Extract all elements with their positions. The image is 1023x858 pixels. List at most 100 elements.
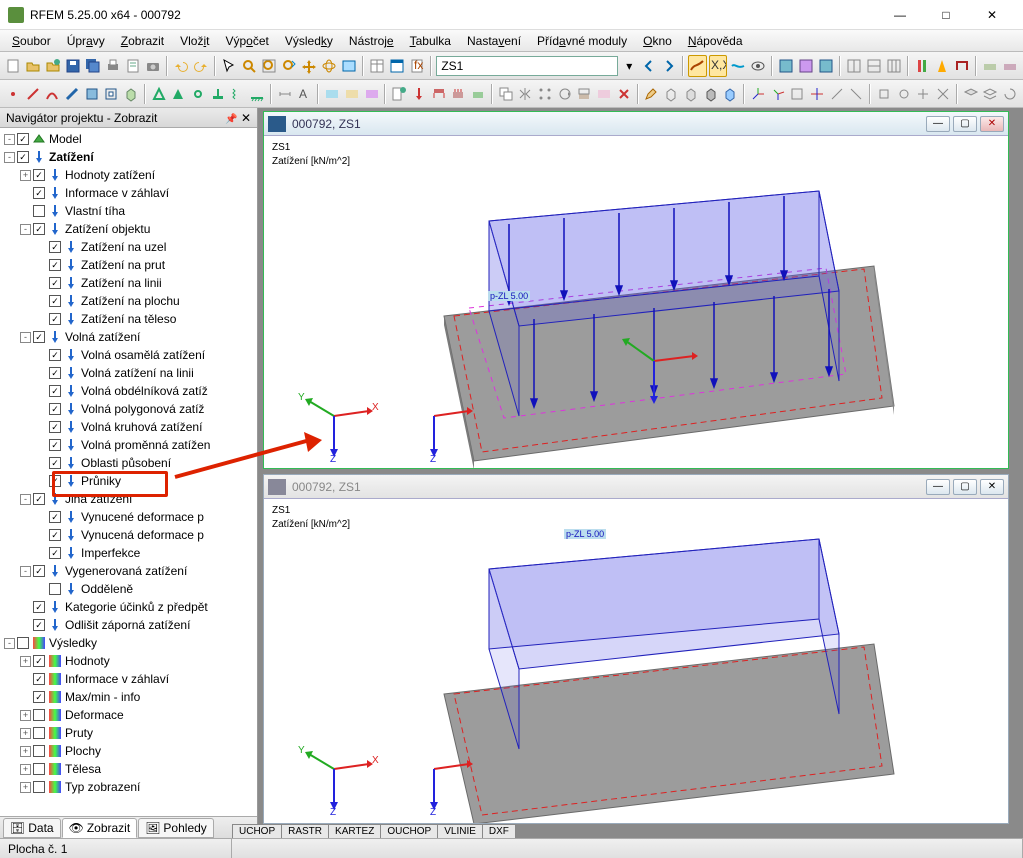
tb-b-icon[interactable]: [797, 55, 815, 77]
snap4-icon[interactable]: [934, 83, 952, 105]
tree-checkbox[interactable]: [17, 637, 29, 649]
nav-tab-data[interactable]: 🗄Data: [3, 818, 61, 838]
cube3-icon[interactable]: [702, 83, 720, 105]
view-tab-vlinie[interactable]: VLINIE: [437, 824, 483, 838]
tree-checkbox[interactable]: ✓: [49, 313, 61, 325]
snap3-icon[interactable]: [915, 83, 933, 105]
tree-checkbox[interactable]: ✓: [49, 349, 61, 361]
tree-item[interactable]: +Tělesa: [0, 760, 257, 778]
mdi-min-2[interactable]: —: [926, 479, 950, 495]
tree-item[interactable]: -✓Model: [0, 130, 257, 148]
iso-icon[interactable]: X,X: [709, 55, 727, 77]
panel-close-icon[interactable]: ✕: [241, 111, 251, 125]
properties-icon[interactable]: [388, 55, 406, 77]
load-surf-icon[interactable]: [449, 83, 467, 105]
cube2-icon[interactable]: [682, 83, 700, 105]
tree-expander-icon[interactable]: -: [4, 134, 15, 145]
tree-item[interactable]: ✓Max/min - info: [0, 688, 257, 706]
tree-expander-icon[interactable]: +: [20, 728, 31, 739]
grid1-icon[interactable]: [845, 55, 863, 77]
zoom-fit-icon[interactable]: [260, 55, 278, 77]
mdi-close-1[interactable]: ✕: [980, 116, 1004, 132]
tree-item[interactable]: ✓Volná proměnná zatížen: [0, 436, 257, 454]
box3-icon[interactable]: [363, 83, 381, 105]
tree-checkbox[interactable]: [49, 583, 61, 595]
snap2-icon[interactable]: [895, 83, 913, 105]
tree-item[interactable]: -✓Vygenerovaná zatížení: [0, 562, 257, 580]
menu-nastroje[interactable]: Nástroje: [341, 32, 402, 50]
loadcase-combo[interactable]: ZS1: [436, 56, 618, 76]
view-tab-uchop[interactable]: UCHOP: [232, 824, 282, 838]
tree-checkbox[interactable]: ✓: [49, 439, 61, 451]
doc-icon[interactable]: [124, 55, 142, 77]
spring-icon[interactable]: [229, 83, 247, 105]
save-icon[interactable]: [64, 55, 82, 77]
menu-zobrazit[interactable]: Zobrazit: [113, 32, 172, 50]
menu-soubor[interactable]: Soubor: [4, 32, 59, 50]
tree-checkbox[interactable]: ✓: [33, 493, 45, 505]
tree-checkbox[interactable]: ✓: [33, 655, 45, 667]
mat2-icon[interactable]: [1001, 55, 1019, 77]
mdi-close-2[interactable]: ✕: [980, 479, 1004, 495]
menu-nastaveni[interactable]: Nastavení: [459, 32, 529, 50]
view-tab-kartez[interactable]: KARTEZ: [328, 824, 381, 838]
nav-tab-zobrazit[interactable]: 👁Zobrazit: [62, 818, 138, 838]
nav-tab-pohledy[interactable]: 🖼Pohledy: [138, 818, 214, 838]
mdi-max-2[interactable]: ▢: [953, 479, 977, 495]
support3-icon[interactable]: [209, 83, 227, 105]
load-area-icon[interactable]: [469, 83, 487, 105]
view-tab-dxf[interactable]: DXF: [482, 824, 516, 838]
dyn-icon[interactable]: [933, 55, 951, 77]
tree-expander-icon[interactable]: +: [20, 764, 31, 775]
tree-checkbox[interactable]: ✓: [33, 673, 45, 685]
tree-checkbox[interactable]: ✓: [49, 295, 61, 307]
close-path-icon[interactable]: [1001, 83, 1019, 105]
tree-checkbox[interactable]: ✓: [49, 277, 61, 289]
pin-icon[interactable]: 📌: [225, 114, 237, 125]
tree-checkbox[interactable]: [33, 745, 45, 757]
line-icon[interactable]: [24, 83, 42, 105]
deform-icon[interactable]: [729, 55, 747, 77]
cursor-icon[interactable]: [220, 55, 238, 77]
opening-icon[interactable]: [102, 83, 120, 105]
tree-checkbox[interactable]: [33, 763, 45, 775]
tree-checkbox[interactable]: ✓: [49, 259, 61, 271]
tree-checkbox[interactable]: ✓: [49, 421, 61, 433]
tree-item[interactable]: +Deformace: [0, 706, 257, 724]
mdi-titlebar-2[interactable]: 000792, ZS1 — ▢ ✕: [264, 475, 1008, 499]
tree-checkbox[interactable]: ✓: [33, 187, 45, 199]
tree-expander-icon[interactable]: +: [20, 656, 31, 667]
cube4-icon[interactable]: [721, 83, 739, 105]
tree-checkbox[interactable]: ✓: [33, 565, 45, 577]
tree-item[interactable]: ✓Zatížení na plochu: [0, 292, 257, 310]
member-icon[interactable]: [63, 83, 81, 105]
layer2-icon[interactable]: [982, 83, 1000, 105]
undo-icon[interactable]: [172, 55, 190, 77]
tree-expander-icon[interactable]: -: [20, 332, 31, 343]
menu-napoveda[interactable]: Nápověda: [680, 32, 751, 50]
tree-item[interactable]: +Plochy: [0, 742, 257, 760]
tree-item[interactable]: Odděleně: [0, 580, 257, 598]
mat-icon[interactable]: [981, 55, 999, 77]
tree-item[interactable]: ✓Volná zatížení na linii: [0, 364, 257, 382]
axis4-icon[interactable]: [808, 83, 826, 105]
open-icon[interactable]: [24, 55, 42, 77]
open2-icon[interactable]: [44, 55, 62, 77]
tree-expander-icon[interactable]: -: [20, 494, 31, 505]
tree-checkbox[interactable]: ✓: [33, 601, 45, 613]
tree-checkbox[interactable]: ✓: [49, 367, 61, 379]
tree-checkbox[interactable]: ✓: [49, 385, 61, 397]
tree-item[interactable]: ✓Vynucená deformace p: [0, 526, 257, 544]
zoom-window-icon[interactable]: [240, 55, 258, 77]
q-icon[interactable]: [430, 83, 448, 105]
tree-item[interactable]: ✓Zatížení na těleso: [0, 310, 257, 328]
axis5-icon[interactable]: [828, 83, 846, 105]
rotate-icon[interactable]: [320, 55, 338, 77]
tree-checkbox[interactable]: ✓: [33, 169, 45, 181]
module1-icon[interactable]: [913, 55, 931, 77]
view-tab-ouchop[interactable]: OUCHOP: [380, 824, 438, 838]
support-line-icon[interactable]: [248, 83, 266, 105]
tree-item[interactable]: ✓Informace v záhlaví: [0, 670, 257, 688]
tree-item[interactable]: ✓Kategorie účinků z předpět: [0, 598, 257, 616]
view-tab-rastr[interactable]: RASTR: [281, 824, 329, 838]
